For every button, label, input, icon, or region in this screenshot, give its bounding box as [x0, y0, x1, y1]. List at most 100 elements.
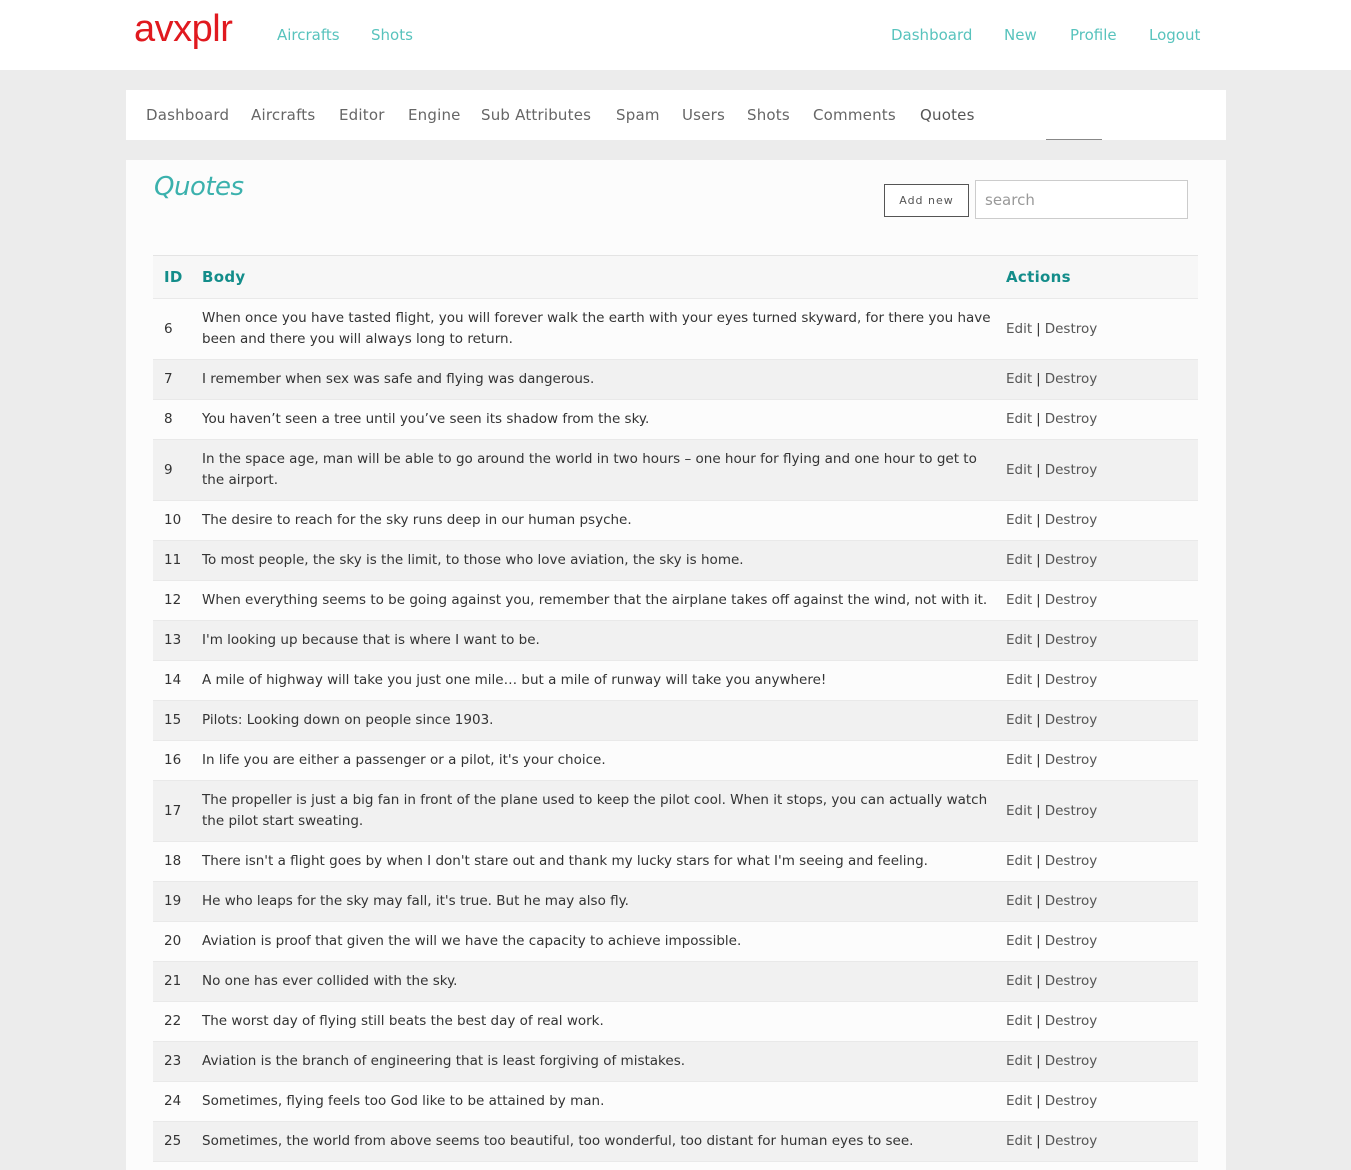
destroy-link[interactable]: Destroy: [1045, 632, 1098, 648]
edit-link[interactable]: Edit: [1006, 552, 1032, 568]
table-row: 7 I remember when sex was safe and flying…: [153, 360, 1198, 400]
edit-link[interactable]: Edit: [1006, 632, 1032, 648]
brand-logo[interactable]: avxplr: [134, 8, 233, 51]
topnav-shots-link[interactable]: Shots: [371, 26, 413, 44]
column-header-id: ID: [164, 267, 183, 286]
row-body: Aviation is proof that given the will we…: [202, 933, 742, 949]
top-navbar: avxplr Aircrafts Shots Dashboard New Pro…: [0, 0, 1351, 70]
destroy-link[interactable]: Destroy: [1045, 371, 1098, 387]
edit-link[interactable]: Edit: [1006, 853, 1032, 869]
destroy-link[interactable]: Destroy: [1045, 512, 1098, 528]
destroy-link[interactable]: Destroy: [1045, 973, 1098, 989]
edit-link[interactable]: Edit: [1006, 371, 1032, 387]
topnav-profile-link[interactable]: Profile: [1070, 26, 1117, 44]
topnav-logout-link[interactable]: Logout: [1149, 26, 1200, 44]
table-row: 6 When once you have tasted flight, you w…: [153, 299, 1198, 360]
destroy-link[interactable]: Destroy: [1045, 1013, 1098, 1029]
topnav-dashboard-link[interactable]: Dashboard: [891, 26, 972, 44]
action-separator: |: [1036, 632, 1041, 648]
edit-link[interactable]: Edit: [1006, 512, 1032, 528]
page-title: Quotes: [154, 172, 244, 202]
subnav-sub-attributes[interactable]: Sub Attributes: [481, 106, 591, 124]
add-new-button[interactable]: Add new: [884, 184, 969, 217]
destroy-link[interactable]: Destroy: [1045, 672, 1098, 688]
table-row: 15 Pilots: Looking down on people since 1…: [153, 701, 1198, 741]
destroy-link[interactable]: Destroy: [1045, 712, 1098, 728]
destroy-link[interactable]: Destroy: [1045, 1133, 1098, 1149]
subnav-users[interactable]: Users: [682, 106, 725, 124]
edit-link[interactable]: Edit: [1006, 462, 1032, 478]
row-actions: Edit | Destroy: [1006, 409, 1198, 430]
row-id: 7: [164, 371, 173, 387]
edit-link[interactable]: Edit: [1006, 1093, 1032, 1109]
table-row: 20 Aviation is proof that given the will …: [153, 922, 1198, 962]
table-row: 19 He who leaps for the sky may fall, it'…: [153, 882, 1198, 922]
row-body: No one has ever collided with the sky.: [202, 973, 458, 989]
action-separator: |: [1036, 853, 1041, 869]
destroy-link[interactable]: Destroy: [1045, 321, 1098, 337]
row-body: Pilots: Looking down on people since 190…: [202, 712, 494, 728]
edit-link[interactable]: Edit: [1006, 973, 1032, 989]
row-id: 24: [164, 1093, 182, 1109]
edit-link[interactable]: Edit: [1006, 712, 1032, 728]
edit-link[interactable]: Edit: [1006, 752, 1032, 768]
subnav-engine[interactable]: Engine: [408, 106, 461, 124]
destroy-link[interactable]: Destroy: [1045, 411, 1098, 427]
row-actions: Edit | Destroy: [1006, 319, 1198, 340]
active-tab-indicator: [1046, 139, 1102, 140]
topnav-new-link[interactable]: New: [1004, 26, 1037, 44]
edit-link[interactable]: Edit: [1006, 933, 1032, 949]
search-input[interactable]: [975, 180, 1188, 219]
row-id: 11: [164, 552, 182, 568]
row-actions: Edit | Destroy: [1006, 801, 1198, 822]
subnav-spam[interactable]: Spam: [616, 106, 660, 124]
destroy-link[interactable]: Destroy: [1045, 752, 1098, 768]
row-id: 15: [164, 712, 182, 728]
row-body: Sometimes, flying feels too God like to …: [202, 1093, 605, 1109]
subnav-editor[interactable]: Editor: [339, 106, 385, 124]
edit-link[interactable]: Edit: [1006, 592, 1032, 608]
row-body: The propeller is just a big fan in front…: [202, 792, 988, 829]
destroy-link[interactable]: Destroy: [1045, 1093, 1098, 1109]
destroy-link[interactable]: Destroy: [1045, 933, 1098, 949]
edit-link[interactable]: Edit: [1006, 321, 1032, 337]
table-row: 17 The propeller is just a big fan in fro…: [153, 781, 1198, 842]
edit-link[interactable]: Edit: [1006, 803, 1032, 819]
subnav-shots[interactable]: Shots: [747, 106, 790, 124]
destroy-link[interactable]: Destroy: [1045, 462, 1098, 478]
row-actions: Edit | Destroy: [1006, 510, 1198, 531]
destroy-link[interactable]: Destroy: [1045, 1053, 1098, 1069]
row-id: 18: [164, 853, 182, 869]
subnav-dashboard[interactable]: Dashboard: [146, 106, 229, 124]
row-body: The desire to reach for the sky runs dee…: [202, 512, 632, 528]
edit-link[interactable]: Edit: [1006, 893, 1032, 909]
edit-link[interactable]: Edit: [1006, 1133, 1032, 1149]
topnav-aircrafts-link[interactable]: Aircrafts: [277, 26, 340, 44]
destroy-link[interactable]: Destroy: [1045, 552, 1098, 568]
edit-link[interactable]: Edit: [1006, 411, 1032, 427]
destroy-link[interactable]: Destroy: [1045, 893, 1098, 909]
subnav-comments[interactable]: Comments: [813, 106, 896, 124]
edit-link[interactable]: Edit: [1006, 1013, 1032, 1029]
row-actions: Edit | Destroy: [1006, 670, 1198, 691]
action-separator: |: [1036, 893, 1041, 909]
row-actions: Edit | Destroy: [1006, 630, 1198, 651]
row-actions: Edit | Destroy: [1006, 369, 1198, 390]
destroy-link[interactable]: Destroy: [1045, 592, 1098, 608]
edit-link[interactable]: Edit: [1006, 1053, 1032, 1069]
subnav-aircrafts[interactable]: Aircrafts: [251, 106, 315, 124]
action-separator: |: [1036, 411, 1041, 427]
quotes-panel: Quotes Add new ID Body Actions 6 When onc…: [126, 160, 1226, 1170]
row-body: Sometimes, the world from above seems to…: [202, 1133, 914, 1149]
row-actions: Edit | Destroy: [1006, 750, 1198, 771]
row-id: 16: [164, 752, 182, 768]
row-id: 13: [164, 632, 182, 648]
table-row: 11 To most people, the sky is the limit, …: [153, 541, 1198, 581]
row-body: In the space age, man will be able to go…: [202, 451, 977, 488]
destroy-link[interactable]: Destroy: [1045, 803, 1098, 819]
destroy-link[interactable]: Destroy: [1045, 853, 1098, 869]
row-id: 17: [164, 802, 182, 819]
row-id: 10: [164, 512, 182, 528]
subnav-quotes[interactable]: Quotes: [920, 106, 975, 124]
edit-link[interactable]: Edit: [1006, 672, 1032, 688]
